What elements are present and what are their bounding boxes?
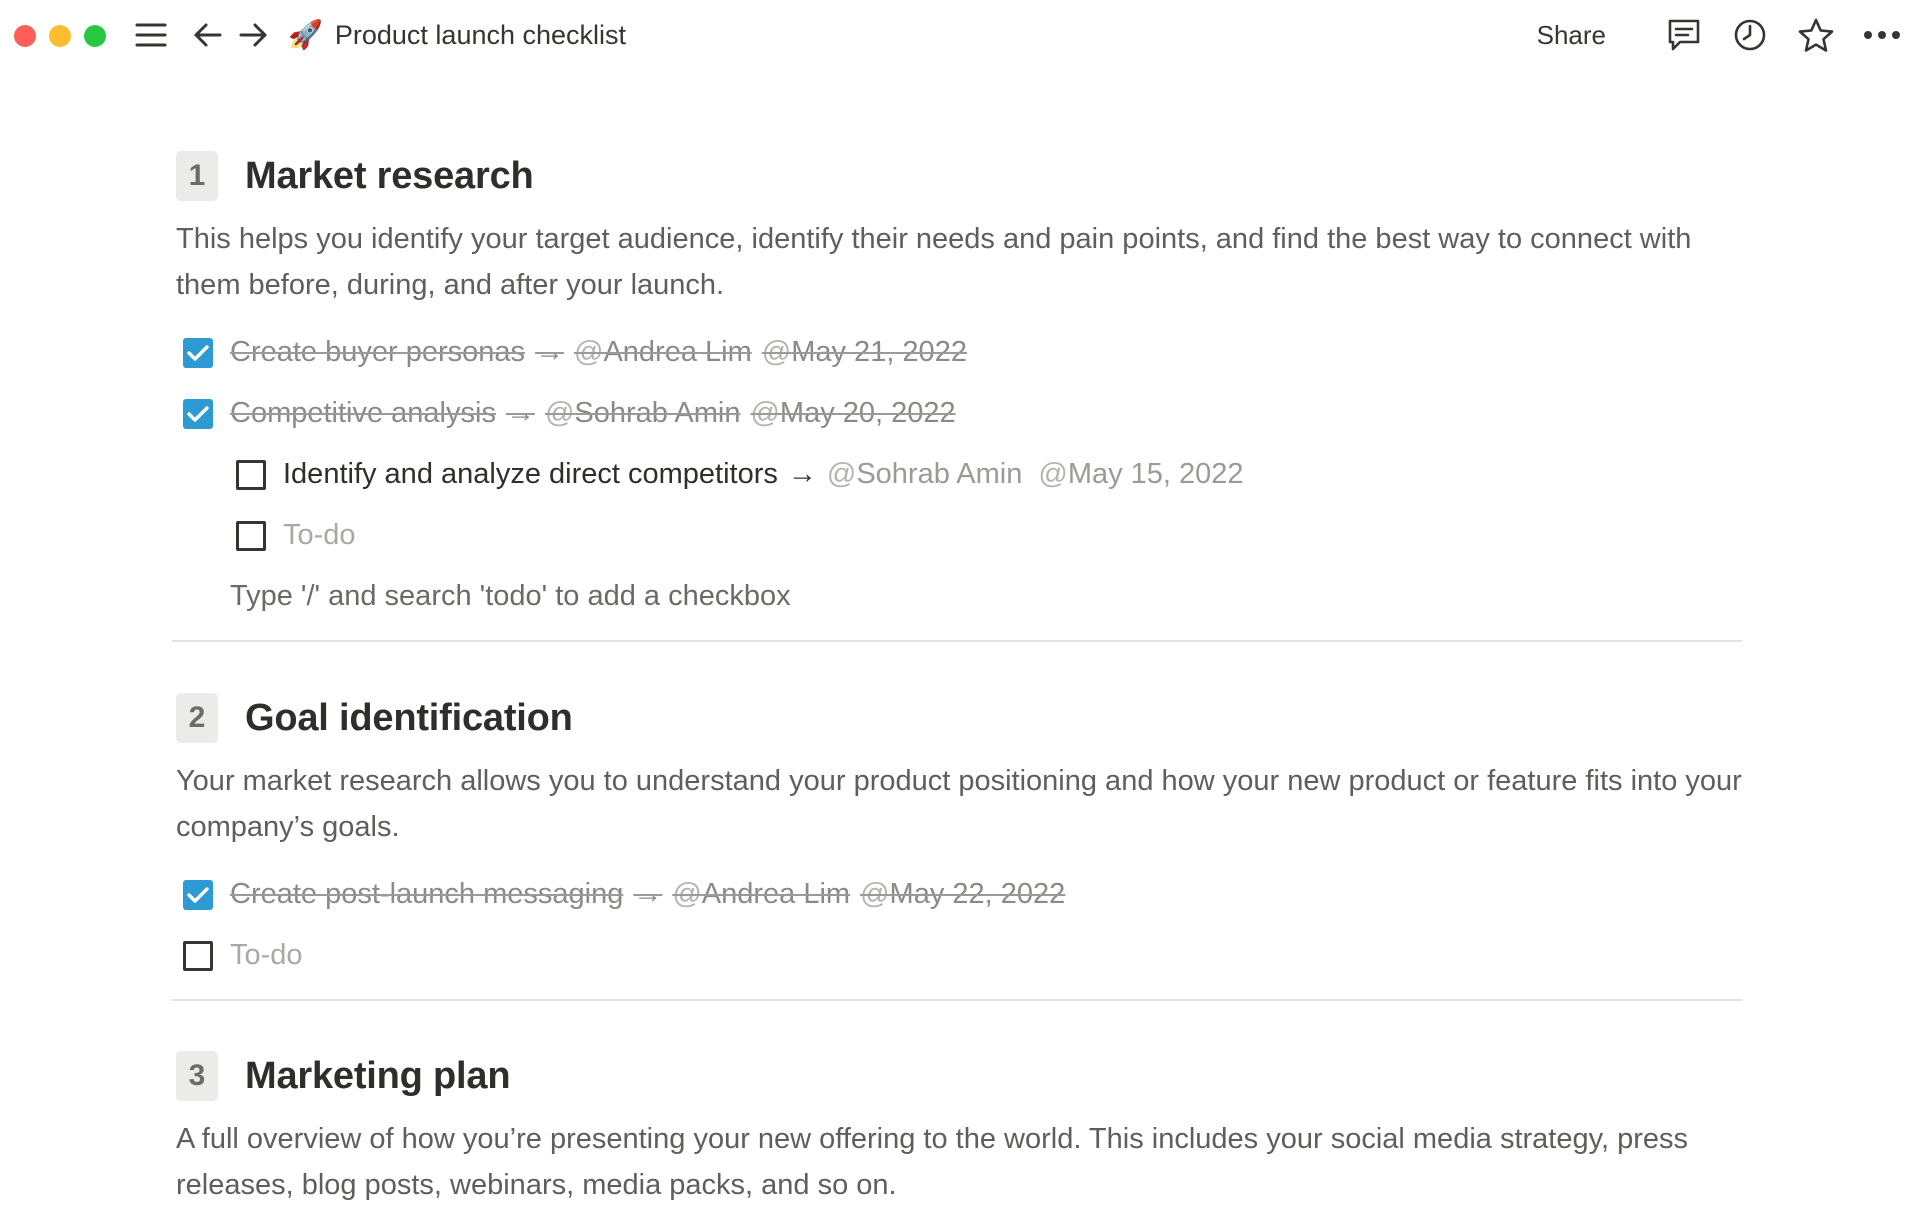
page-actions: Share [1527,15,1902,55]
arrow-icon: → [633,878,663,910]
date-mention[interactable]: @May 15, 2022 [1038,458,1243,491]
todo-item[interactable]: Competitive analysis → @Sohrab Amin @May… [172,383,1742,444]
section-heading: 1 Market research [176,148,1742,204]
section-heading: 2 Goal identification [176,690,1742,746]
checkbox-checked[interactable] [183,337,213,368]
checkbox-checked[interactable] [183,879,213,910]
history-clock-icon[interactable] [1730,15,1770,55]
close-window-button[interactable] [14,25,36,47]
menu-icon[interactable] [134,18,168,52]
section-number-badge: 3 [176,1051,218,1101]
section-heading: 3 Marketing plan [176,1048,1742,1104]
checkbox-checked[interactable] [183,398,213,429]
forward-arrow-icon[interactable] [236,18,270,52]
date-mention[interactable]: @May 22, 2022 [860,878,1065,911]
divider [172,640,1742,642]
divider [172,999,1742,1001]
more-dots-icon[interactable] [1862,15,1902,55]
window-controls [14,25,106,47]
section-title[interactable]: Marketing plan [245,1055,511,1098]
checkbox-unchecked[interactable] [236,459,266,490]
todo-text[interactable]: Create buyer personas [230,336,525,369]
checkmark-icon [187,405,209,422]
todo-item[interactable]: Create post-launch messaging → @Andrea L… [172,864,1742,925]
todo-item-nested[interactable]: To-do [172,505,1742,566]
todo-text[interactable]: Identify and analyze direct competitors [283,458,778,491]
person-mention[interactable]: @Andrea Lim [672,878,850,911]
add-checkbox-hint[interactable]: Type '/' and search 'todo' to add a chec… [230,566,1742,627]
page-content: 1 Market research This helps you identif… [172,148,1742,1208]
section-market-research: 1 Market research This helps you identif… [172,148,1742,627]
section-number-badge: 1 [176,151,218,201]
minimize-window-button[interactable] [49,25,71,47]
arrow-icon: → [787,458,817,490]
todo-text[interactable]: Competitive analysis [230,397,496,430]
person-mention[interactable]: @Sohrab Amin [827,458,1023,491]
rocket-icon: 🚀 [288,19,323,50]
section-title[interactable]: Market research [245,155,534,198]
date-mention[interactable]: @May 21, 2022 [762,336,967,369]
page-title-breadcrumb: Product launch checklist [334,19,627,50]
title-bar: 🚀 Product launch checklist Share [0,0,1920,74]
arrow-icon: → [505,397,535,429]
person-mention[interactable]: @Andrea Lim [574,336,752,369]
todo-item[interactable]: Create buyer personas → @Andrea Lim @May… [172,322,1742,383]
checkmark-icon [187,886,209,903]
comment-icon[interactable] [1664,15,1704,55]
page-breadcrumb[interactable]: 🚀 Product launch checklist [288,17,626,53]
todo-item-nested[interactable]: Identify and analyze direct competitors … [172,444,1742,505]
section-goal-identification: 2 Goal identification Your market resear… [172,690,1742,986]
maximize-window-button[interactable] [84,25,106,47]
section-number-badge: 2 [176,693,218,743]
todo-item[interactable]: To-do [172,925,1742,986]
todo-placeholder-text[interactable]: To-do [283,519,356,552]
section-description[interactable]: Your market research allows you to under… [176,758,1746,850]
checkbox-unchecked[interactable] [236,520,266,551]
person-mention[interactable]: @Sohrab Amin [545,397,741,430]
share-button[interactable]: Share [1527,16,1616,55]
back-arrow-icon[interactable] [191,18,225,52]
checkbox-unchecked[interactable] [183,940,213,971]
section-description[interactable]: This helps you identify your target audi… [176,216,1746,308]
star-icon[interactable] [1796,15,1836,55]
date-mention[interactable]: @May 20, 2022 [750,397,955,430]
todo-text[interactable]: Create post-launch messaging [230,878,623,911]
section-marketing-plan: 3 Marketing plan A full overview of how … [172,1048,1742,1208]
checkmark-icon [187,344,209,361]
todo-placeholder-text[interactable]: To-do [230,939,303,972]
section-title[interactable]: Goal identification [245,697,573,740]
arrow-icon: → [535,336,564,368]
section-description[interactable]: A full overview of how you’re presenting… [176,1116,1746,1208]
